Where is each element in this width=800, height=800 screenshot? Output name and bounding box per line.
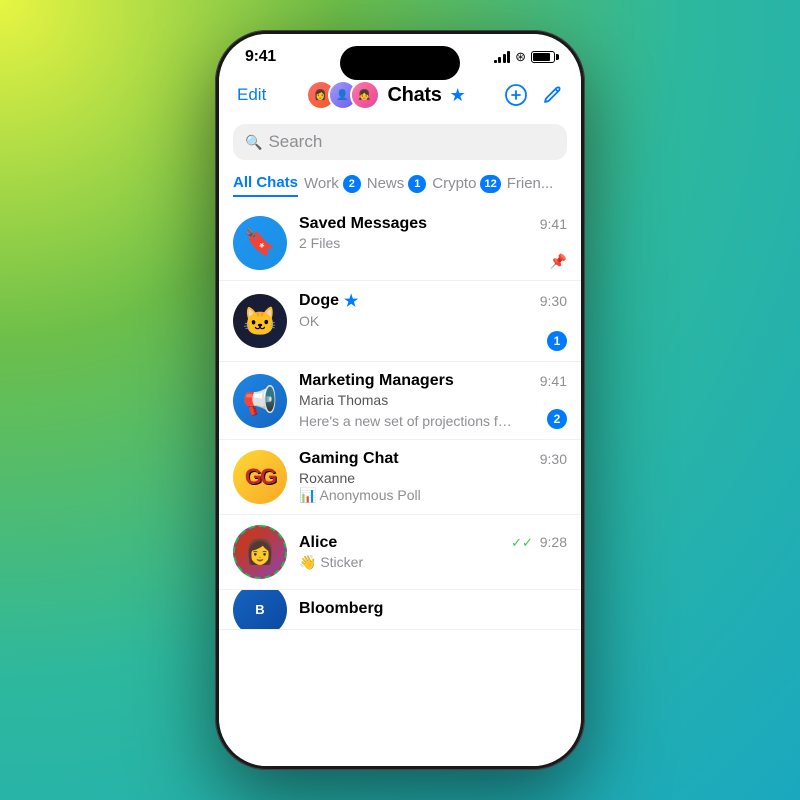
avatar: 👩 (233, 525, 287, 579)
phone-screen: 9:41 ⊛ Edit 👩 (219, 34, 581, 766)
status-time: 9:41 (245, 48, 276, 66)
list-item[interactable]: 📢 Marketing Managers 9:41 Maria Thomas H… (219, 362, 581, 440)
search-icon: 🔍 (245, 134, 262, 151)
signal-bar-4 (507, 51, 510, 63)
chat-preview: Here's a new set of projections for the.… (299, 413, 519, 429)
signal-bar-2 (498, 57, 501, 63)
doge-star-icon: ★ (344, 291, 358, 311)
chat-time: 9:30 (540, 293, 567, 309)
chat-name: Bloomberg (299, 600, 383, 618)
double-check-icon: ✓✓ (511, 535, 533, 550)
page-title: Chats (388, 84, 442, 107)
chat-preview: 📊 Anonymous Poll (299, 487, 567, 504)
signal-bars-icon (494, 51, 511, 63)
chat-name: Marketing Managers (299, 372, 454, 390)
signal-bar-3 (503, 54, 506, 63)
chat-info: Gaming Chat 9:30 Roxanne 📊 Anonymous Pol… (299, 450, 567, 504)
chat-name: Gaming Chat (299, 450, 399, 468)
status-icons: ⊛ (494, 49, 555, 65)
chat-info: Doge ★ 9:30 OK 1 (299, 291, 567, 351)
chat-list: 🔖 Saved Messages 9:41 2 Files 📌 🐱 (219, 205, 581, 766)
tab-news[interactable]: News 1 (367, 171, 427, 197)
list-item[interactable]: GG Gaming Chat 9:30 Roxanne 📊 Anonymous … (219, 440, 581, 515)
battery-fill (533, 53, 550, 61)
search-input[interactable]: Search (268, 132, 322, 152)
header-actions (505, 84, 563, 106)
header-center: 👩 👤 👧 Chats ★ (306, 80, 466, 110)
avatar: B (233, 590, 287, 630)
chat-info: Bloomberg (299, 600, 567, 620)
tab-all-chats[interactable]: All Chats (233, 170, 298, 197)
alice-avatar-face: 👩 (235, 527, 285, 577)
work-badge: 2 (343, 175, 361, 193)
chat-name: Alice (299, 534, 337, 552)
tab-work[interactable]: Work 2 (304, 171, 361, 197)
list-item[interactable]: 👩 Alice ✓✓ 9:28 👋 Sticker (219, 515, 581, 590)
list-item[interactable]: B Bloomberg (219, 590, 581, 630)
tab-friends[interactable]: Frien... (507, 171, 554, 196)
chat-top-row: Gaming Chat 9:30 (299, 450, 567, 468)
signal-bar-1 (494, 60, 497, 63)
dynamic-island (340, 46, 460, 80)
chat-preview: 2 Files (299, 235, 567, 251)
chat-name: Saved Messages (299, 215, 427, 233)
chat-info: Marketing Managers 9:41 Maria Thomas Her… (299, 372, 567, 429)
chat-preview: 👋 Sticker (299, 554, 567, 571)
chat-time: 9:41 (540, 216, 567, 232)
avatar-3: 👧 (350, 80, 380, 110)
list-item[interactable]: 🔖 Saved Messages 9:41 2 Files 📌 (219, 205, 581, 281)
wifi-icon: ⊛ (515, 49, 526, 65)
avatar: GG (233, 450, 287, 504)
chat-preview: OK (299, 313, 567, 329)
battery-icon (531, 51, 555, 63)
compose-button[interactable] (541, 84, 563, 106)
edit-button[interactable]: Edit (237, 85, 266, 105)
chat-top-row: Alice ✓✓ 9:28 (299, 534, 567, 552)
phone-shell: 9:41 ⊛ Edit 👩 (215, 30, 585, 770)
unread-badge: 1 (547, 331, 567, 351)
avatar: 📢 (233, 374, 287, 428)
star-icon: ★ (450, 85, 466, 106)
avatar-img-3: 👧 (352, 82, 378, 108)
search-bar[interactable]: 🔍 Search (233, 124, 567, 160)
list-item[interactable]: 🐱 Doge ★ 9:30 OK 1 (219, 281, 581, 362)
chat-bottom-row: 📌 (299, 253, 567, 270)
chat-sender: Roxanne (299, 470, 567, 486)
chat-top-row: Saved Messages 9:41 (299, 215, 567, 233)
unread-badge: 2 (547, 409, 567, 429)
avatar: 🔖 (233, 216, 287, 270)
new-group-button[interactable] (505, 84, 527, 106)
tab-crypto[interactable]: Crypto 12 (432, 171, 500, 197)
chat-time: 9:30 (540, 451, 567, 467)
avatar-group: 👩 👤 👧 (306, 80, 380, 110)
chat-top-row: Doge ★ 9:30 (299, 291, 567, 311)
chat-top-row: Bloomberg (299, 600, 567, 618)
filter-tabs: All Chats Work 2 News 1 Crypto 12 Frien.… (219, 170, 581, 205)
chat-info: Alice ✓✓ 9:28 👋 Sticker (299, 534, 567, 571)
chat-sender: Maria Thomas (299, 392, 567, 408)
avatar: 🐱 (233, 294, 287, 348)
news-badge: 1 (408, 175, 426, 193)
chat-name: Doge ★ (299, 291, 358, 311)
chat-info: Saved Messages 9:41 2 Files 📌 (299, 215, 567, 270)
chat-bottom-row: 1 (299, 331, 567, 351)
crypto-badge: 12 (480, 175, 500, 193)
pin-icon: 📌 (550, 253, 567, 270)
chat-top-row: Marketing Managers 9:41 (299, 372, 567, 390)
chat-time: ✓✓ 9:28 (511, 534, 567, 551)
chat-time: 9:41 (540, 373, 567, 389)
